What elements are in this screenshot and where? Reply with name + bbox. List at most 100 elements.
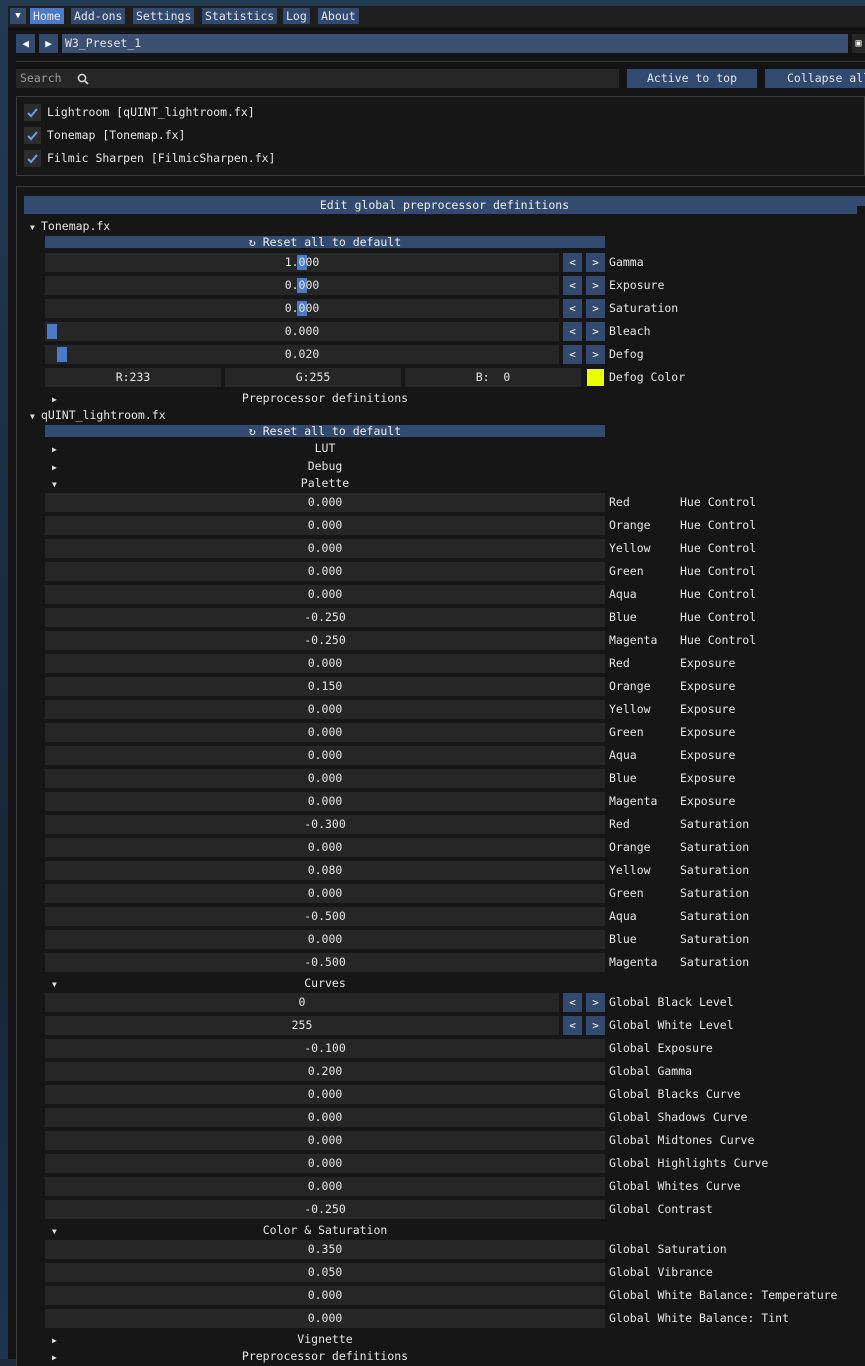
palette-slider[interactable]: 0.000	[45, 493, 605, 512]
color-sat-slider[interactable]: 0.000	[45, 1286, 605, 1305]
decrement-button[interactable]: <	[563, 299, 582, 318]
search-input[interactable]: Search	[16, 69, 619, 88]
menu-about[interactable]: About	[318, 8, 359, 24]
increment-button[interactable]: >	[586, 345, 605, 364]
palette-color-label: Orange	[609, 679, 651, 693]
curves-slider[interactable]: -0.100	[45, 1039, 605, 1058]
palette-section[interactable]: Palette	[45, 475, 605, 491]
curves-int-slider[interactable]: 0	[45, 993, 559, 1012]
palette-slider[interactable]: 0.150	[45, 677, 605, 696]
curves-slider[interactable]: -0.250	[45, 1200, 605, 1219]
menu-log[interactable]: Log	[283, 8, 310, 24]
effect-checkbox[interactable]	[24, 150, 41, 167]
active-to-top-button[interactable]: Active to top	[627, 69, 757, 88]
increment-button[interactable]: >	[586, 253, 605, 272]
palette-slider[interactable]: 0.000	[45, 516, 605, 535]
save-icon[interactable]: ▣	[852, 34, 865, 53]
palette-slider[interactable]: 0.000	[45, 792, 605, 811]
palette-slider[interactable]: 0.000	[45, 700, 605, 719]
palette-slider[interactable]: 0.000	[45, 884, 605, 903]
defog-color-g[interactable]: G:255	[225, 368, 401, 387]
tonemap-preproc-node[interactable]: Preprocessor definitions	[45, 390, 605, 406]
previous-preset-button[interactable]: ◀	[16, 34, 35, 53]
increment-button[interactable]: >	[586, 322, 605, 341]
palette-slider[interactable]: -0.250	[45, 631, 605, 650]
decrement-button[interactable]: <	[563, 322, 582, 341]
window-collapse-icon[interactable]: ▼	[10, 8, 26, 24]
palette-slider[interactable]: 0.080	[45, 861, 605, 880]
decrement-button[interactable]: <	[563, 253, 582, 272]
curves-section[interactable]: Curves	[45, 975, 605, 991]
palette-slider[interactable]: 0.000	[45, 769, 605, 788]
defog-color-b[interactable]: B: 0	[405, 368, 581, 387]
palette-slider[interactable]: 0.000	[45, 746, 605, 765]
menu-settings[interactable]: Settings	[133, 8, 195, 24]
scrollbar[interactable]	[857, 206, 865, 1356]
curves-slider[interactable]: 0.000	[45, 1108, 605, 1127]
tonemap-slider[interactable]: 1.000	[45, 253, 559, 272]
color-sat-section[interactable]: Color & Saturation	[45, 1222, 605, 1238]
increment-button[interactable]: >	[586, 299, 605, 318]
palette-color-label: Red	[609, 656, 630, 670]
preset-selector[interactable]: W3_Preset_1	[62, 34, 848, 53]
slider-grab[interactable]	[47, 324, 57, 339]
increment-button[interactable]: >	[586, 1016, 605, 1035]
curves-slider[interactable]: 0.000	[45, 1131, 605, 1150]
next-preset-button[interactable]: ▶	[39, 34, 58, 53]
palette-type-label: Hue Control	[680, 610, 757, 624]
tonemap-tree-node[interactable]: ▼ Tonemap.fx	[30, 218, 110, 236]
palette-slider[interactable]: 0.000	[45, 723, 605, 742]
defog-color-swatch[interactable]	[587, 369, 604, 386]
palette-slider[interactable]: 0.000	[45, 585, 605, 604]
collapse-all-button[interactable]: Collapse all	[765, 69, 865, 88]
palette-slider[interactable]: 0.000	[45, 838, 605, 857]
palette-slider[interactable]: 0.000	[45, 539, 605, 558]
palette-slider[interactable]: 0.000	[45, 930, 605, 949]
tonemap-reset-button[interactable]: ↻ Reset all to default	[45, 236, 605, 248]
lightroom-reset-button[interactable]: ↻ Reset all to default	[45, 425, 605, 437]
lightroom-preproc-node[interactable]: Preprocessor definitions	[45, 1348, 605, 1364]
palette-slider[interactable]: -0.300	[45, 815, 605, 834]
effect-checkbox[interactable]	[24, 104, 41, 121]
curves-slider[interactable]: 0.200	[45, 1062, 605, 1081]
reset-label: Reset all to default	[262, 424, 402, 438]
increment-button[interactable]: >	[586, 993, 605, 1012]
effect-checkbox[interactable]	[24, 127, 41, 144]
decrement-button[interactable]: <	[563, 1016, 582, 1035]
color-sat-slider[interactable]: 0.000	[45, 1309, 605, 1328]
palette-type-label: Exposure	[680, 702, 736, 716]
menu-statistics[interactable]: Statistics	[202, 8, 278, 24]
palette-slider[interactable]: 0.000	[45, 562, 605, 581]
menu-bar: ▼ Home Add-ons Settings Statistics Log A…	[8, 6, 865, 27]
curves-int-slider[interactable]: 255	[45, 1016, 559, 1035]
tonemap-slider[interactable]: 0.000	[45, 276, 559, 295]
vignette-section[interactable]: Vignette	[45, 1331, 605, 1347]
debug-section[interactable]: Debug	[45, 458, 605, 474]
lightroom-tree-node[interactable]: ▼ qUINT_lightroom.fx	[30, 407, 166, 425]
color-sat-slider[interactable]: 0.050	[45, 1263, 605, 1282]
decrement-button[interactable]: <	[563, 993, 582, 1012]
menu-addons[interactable]: Add-ons	[71, 8, 126, 24]
defog-color-r[interactable]: R:233	[45, 368, 221, 387]
curves-slider[interactable]: 0.000	[45, 1085, 605, 1104]
curves-slider[interactable]: 0.000	[45, 1154, 605, 1173]
tonemap-slider[interactable]: 0.000	[45, 322, 559, 341]
decrement-button[interactable]: <	[563, 276, 582, 295]
curves-slider[interactable]: 0.000	[45, 1177, 605, 1196]
curves-label: Global Black Level	[609, 995, 734, 1009]
search-placeholder: Search	[20, 71, 62, 85]
palette-slider[interactable]: -0.250	[45, 608, 605, 627]
palette-slider[interactable]: -0.500	[45, 907, 605, 926]
color-sat-slider[interactable]: 0.350	[45, 1240, 605, 1259]
global-preprocessor-button[interactable]: Edit global preprocessor definitions	[24, 196, 865, 214]
palette-slider[interactable]: -0.500	[45, 953, 605, 972]
slider-grab[interactable]	[57, 347, 67, 362]
palette-slider[interactable]: 0.000	[45, 654, 605, 673]
increment-button[interactable]: >	[586, 276, 605, 295]
decrement-button[interactable]: <	[563, 345, 582, 364]
palette-color-label: Red	[609, 817, 630, 831]
tonemap-slider[interactable]: 0.020	[45, 345, 559, 364]
tonemap-slider[interactable]: 0.000	[45, 299, 559, 318]
menu-home[interactable]: Home	[30, 8, 64, 24]
lut-section[interactable]: LUT	[45, 440, 605, 456]
